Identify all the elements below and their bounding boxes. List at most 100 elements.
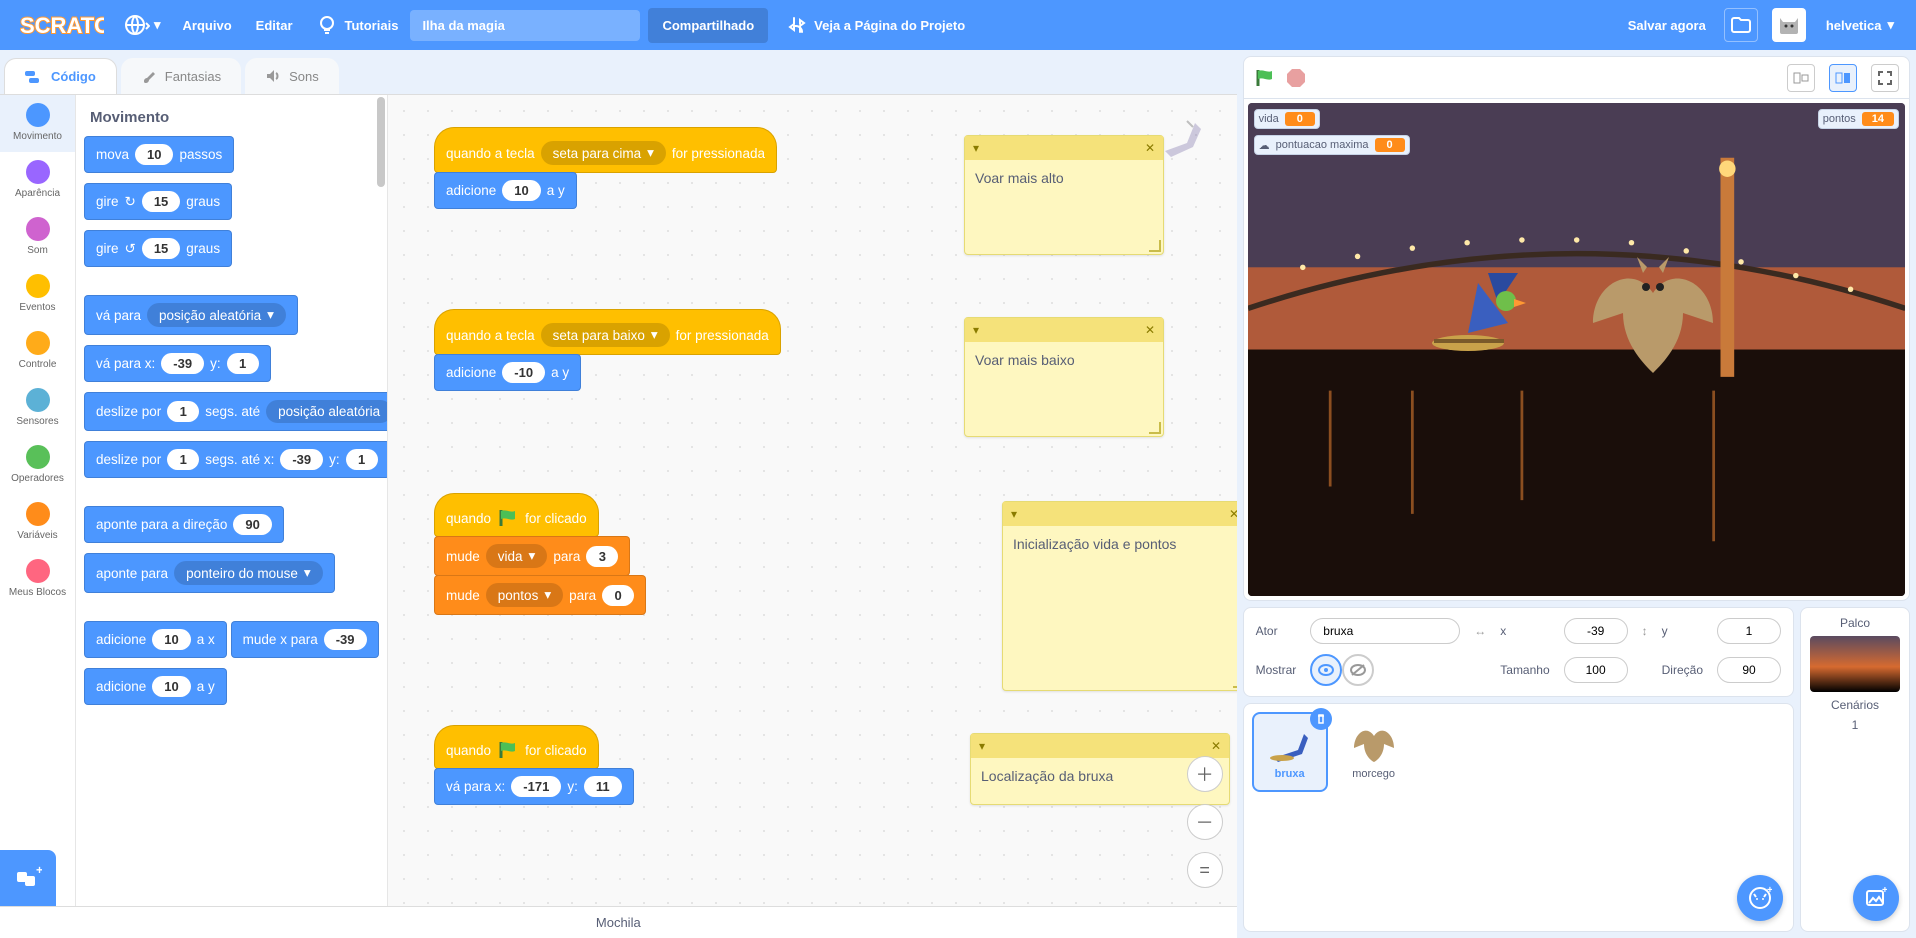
script-workspace[interactable]: quando a tecla seta para cima▾ for press… (388, 95, 1237, 906)
resize-handle[interactable] (1149, 240, 1161, 252)
delete-sprite-icon[interactable] (1310, 708, 1332, 730)
tab-code[interactable]: Código (4, 58, 117, 94)
category-variáveis[interactable]: Variáveis (0, 494, 75, 551)
palette-block-gotoxy[interactable]: vá para x: -39 y: 1 (84, 345, 271, 382)
palette-block-goto[interactable]: vá para posição aleatória▾ (84, 295, 298, 335)
add-backdrop-button[interactable]: + (1853, 875, 1899, 921)
palette-block-change-y[interactable]: adicione 10 a y (84, 668, 227, 705)
variable-dropdown[interactable]: pontos▾ (486, 583, 563, 607)
sprite-direction-input[interactable] (1717, 657, 1781, 683)
hat-when-flag-clicked[interactable]: quando for clicado (434, 725, 599, 769)
zoom-reset-button[interactable]: = (1187, 852, 1223, 888)
collapse-icon[interactable]: ▾ (979, 739, 985, 753)
category-eventos[interactable]: Eventos (0, 266, 75, 323)
zoom-in-button[interactable]: ＋ (1187, 756, 1223, 792)
scrollbar[interactable] (377, 97, 385, 187)
stage-thumbnail[interactable] (1810, 636, 1900, 692)
comment-text[interactable]: Voar mais alto (965, 160, 1163, 196)
variable-monitor-pontos[interactable]: pontos14 (1818, 109, 1899, 129)
share-button[interactable]: Compartilhado (648, 8, 768, 43)
category-movimento[interactable]: Movimento (0, 95, 75, 152)
zoom-out-button[interactable]: － (1187, 804, 1223, 840)
language-menu[interactable]: ▾ (114, 0, 171, 50)
delete-comment-icon[interactable]: ✕ (1145, 323, 1155, 337)
palette-block-glide-to[interactable]: deslize por 1 segs. até posição aleatóri… (84, 392, 388, 431)
script-stack[interactable]: quando a tecla seta para cima▾ for press… (434, 127, 777, 209)
collapse-icon[interactable]: ▾ (1011, 507, 1017, 521)
sprite-tile-bruxa[interactable]: bruxa (1252, 712, 1328, 792)
tab-costumes[interactable]: Fantasias (121, 58, 241, 94)
block-comment[interactable]: ▾ ✕ Voar mais baixo (964, 317, 1164, 437)
block-change-y[interactable]: adicione -10 a y (434, 354, 581, 391)
delete-comment-icon[interactable]: ✕ (1145, 141, 1155, 155)
key-dropdown[interactable]: seta para cima▾ (541, 141, 666, 165)
backpack-toggle[interactable]: Mochila (0, 906, 1237, 938)
add-extension-button[interactable]: + (0, 850, 56, 906)
palette-block-point-towards[interactable]: aponte para ponteiro do mouse▾ (84, 553, 335, 593)
palette-block-point-dir[interactable]: aponte para a direção 90 (84, 506, 284, 543)
hide-sprite-button[interactable] (1342, 654, 1374, 686)
palette-block-change-x[interactable]: adicione 10 a x (84, 621, 227, 658)
palette-block-glide-xy[interactable]: deslize por 1 segs. até x: -39 y: 1 (84, 441, 388, 478)
category-controle[interactable]: Controle (0, 323, 75, 380)
collapse-icon[interactable]: ▾ (973, 323, 979, 337)
key-dropdown[interactable]: seta para baixo▾ (541, 323, 670, 347)
palette-block-turn-ccw[interactable]: gire ↺ 15 graus (84, 230, 232, 267)
mystuff-folder[interactable] (1724, 8, 1758, 42)
stage-sprite-morcego[interactable] (1588, 253, 1718, 383)
account-menu[interactable]: helvetica ▾ (1814, 0, 1906, 50)
collapse-icon[interactable]: ▾ (973, 141, 979, 155)
save-now[interactable]: Salvar agora (1616, 0, 1718, 50)
category-sensores[interactable]: Sensores (0, 380, 75, 437)
project-title-input[interactable] (410, 10, 640, 41)
sprite-tile-morcego[interactable]: morcego (1336, 712, 1412, 792)
category-operadores[interactable]: Operadores (0, 437, 75, 494)
stage-selector[interactable]: Palco Cenários 1 + (1800, 607, 1910, 932)
comment-text[interactable]: Voar mais baixo (965, 342, 1163, 378)
category-som[interactable]: Som (0, 209, 75, 266)
sprite-name-input[interactable] (1310, 618, 1460, 644)
edit-menu[interactable]: Editar (244, 0, 305, 50)
tutorials-menu[interactable]: Tutoriais (305, 0, 411, 50)
stage-fullscreen[interactable] (1871, 64, 1899, 92)
file-menu[interactable]: Arquivo (171, 0, 244, 50)
tab-sounds[interactable]: Sons (245, 58, 339, 94)
variable-dropdown[interactable]: vida▾ (486, 544, 548, 568)
sprite-x-input[interactable] (1564, 618, 1628, 644)
sprite-y-input[interactable] (1717, 618, 1781, 644)
resize-handle[interactable] (1149, 422, 1161, 434)
show-sprite-button[interactable] (1310, 654, 1342, 686)
block-change-y[interactable]: adicione 10 a y (434, 172, 577, 209)
block-set-variable[interactable]: mude pontos▾ para 0 (434, 575, 646, 615)
palette-block-set-x[interactable]: mude x para -39 (231, 621, 379, 658)
category-aparência[interactable]: Aparência (0, 152, 75, 209)
delete-comment-icon[interactable]: ✕ (1229, 507, 1237, 521)
hat-when-key-pressed[interactable]: quando a tecla seta para baixo▾ for pres… (434, 309, 781, 355)
block-palette[interactable]: Movimento mova 10 passos gire ↻ 15 graus… (76, 95, 388, 906)
block-comment[interactable]: ▾✕ Inicialização vida e pontos (1002, 501, 1237, 691)
stop-button[interactable] (1286, 68, 1306, 88)
script-stack[interactable]: quando a tecla seta para baixo▾ for pres… (434, 309, 781, 391)
palette-block-move[interactable]: mova 10 passos (84, 136, 234, 173)
block-set-variable[interactable]: mude vida▾ para 3 (434, 536, 630, 576)
script-stack[interactable]: quando for clicado vá para x: -171 y: 11 (434, 725, 634, 805)
stage-size-large[interactable] (1829, 64, 1857, 92)
sprite-size-input[interactable] (1564, 657, 1628, 683)
variable-monitor-pontuacao-maxima[interactable]: ☁ pontuacao maxima0 (1254, 135, 1410, 155)
block-goto-xy[interactable]: vá para x: -171 y: 11 (434, 768, 634, 805)
scratch-logo[interactable]: SCRATCH (20, 9, 104, 41)
see-project-page[interactable]: Veja a Página do Projeto (776, 0, 977, 50)
block-comment[interactable]: ▾ ✕ Voar mais alto (964, 135, 1164, 255)
green-flag-button[interactable] (1254, 67, 1276, 89)
delete-comment-icon[interactable]: ✕ (1211, 739, 1221, 753)
resize-handle[interactable] (1233, 676, 1237, 688)
stage-canvas[interactable]: vida0 ☁ pontuacao maxima0 pontos14 (1248, 103, 1905, 596)
palette-block-turn-cw[interactable]: gire ↻ 15 graus (84, 183, 232, 220)
stage-size-small[interactable] (1787, 64, 1815, 92)
script-stack[interactable]: quando for clicado mude vida▾ para 3 mud… (434, 493, 646, 615)
hat-when-flag-clicked[interactable]: quando for clicado (434, 493, 599, 537)
variable-monitor-vida[interactable]: vida0 (1254, 109, 1320, 129)
hat-when-key-pressed[interactable]: quando a tecla seta para cima▾ for press… (434, 127, 777, 173)
stage-sprite-bruxa[interactable] (1428, 263, 1548, 363)
add-sprite-button[interactable]: + (1737, 875, 1783, 921)
